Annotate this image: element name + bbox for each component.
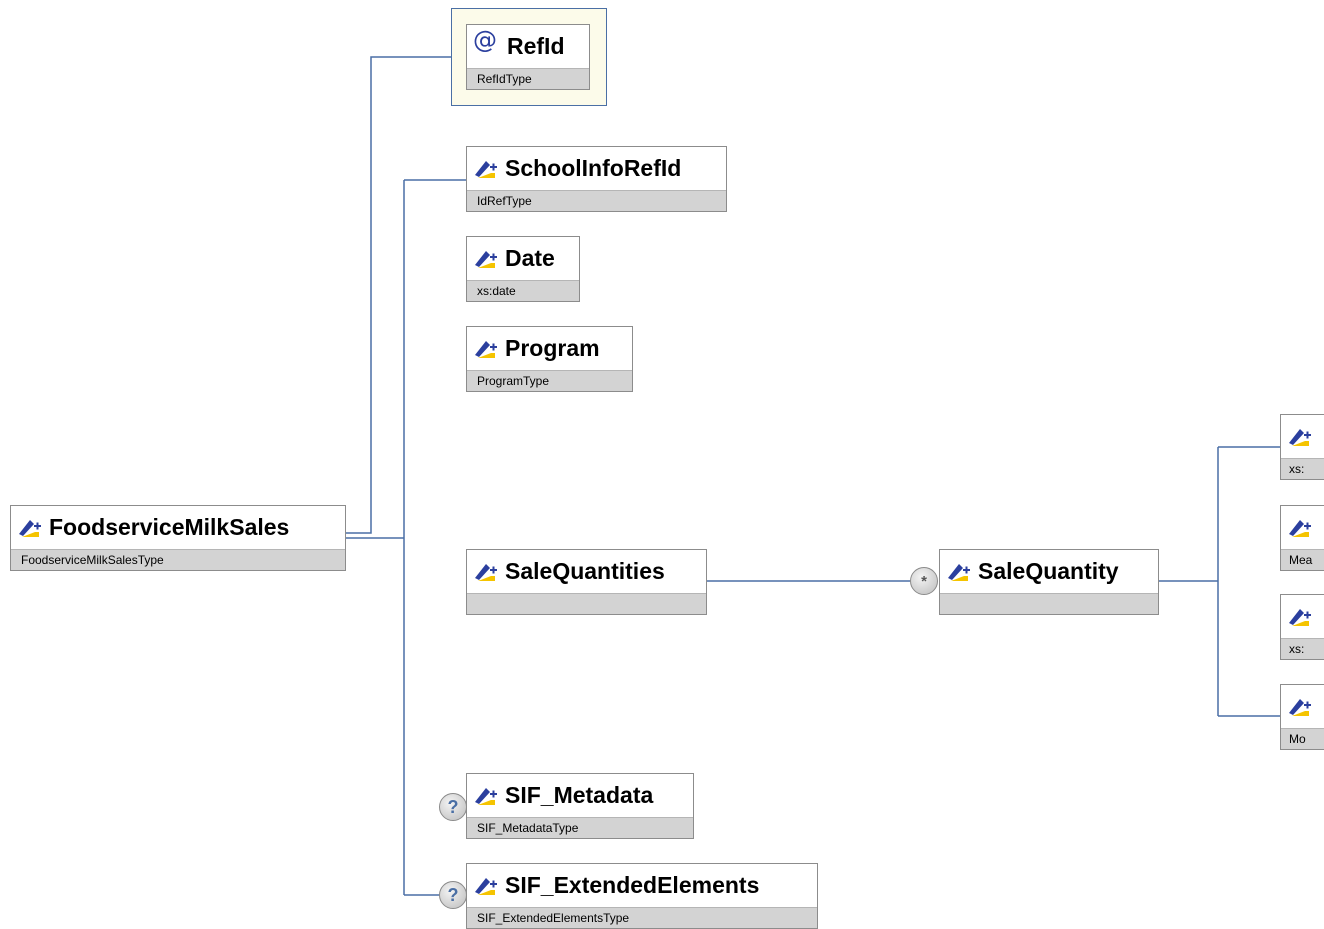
element-icon <box>1289 520 1311 537</box>
element-name: SIF_Metadata <box>505 781 654 808</box>
attribute-at-icon: @ <box>473 26 497 54</box>
element-node-date[interactable]: Date xs:date <box>466 236 580 302</box>
element-icon <box>475 161 497 178</box>
element-node-salequantities[interactable]: SaleQuantities <box>466 549 707 615</box>
element-type <box>467 593 706 614</box>
root-element-name: FoodserviceMilkSales <box>49 513 290 540</box>
element-name: SaleQuantity <box>978 557 1119 584</box>
attribute-type: RefIdType <box>467 68 589 89</box>
element-node-salequantity-child-4[interactable]: Mo <box>1280 684 1324 750</box>
element-icon <box>948 564 970 581</box>
element-icon <box>475 564 497 581</box>
element-type: ProgramType <box>467 370 632 391</box>
element-name: SIF_ExtendedElements <box>505 871 760 898</box>
element-node-salequantity-child-3[interactable]: xs: <box>1280 594 1324 660</box>
element-type: Mo <box>1281 728 1324 749</box>
occurrence-optional-icon: ? <box>439 881 467 909</box>
element-node-salequantity[interactable]: SaleQuantity <box>939 549 1159 615</box>
occurrence-optional-icon: ? <box>439 793 467 821</box>
element-icon <box>1289 429 1311 446</box>
element-type: SIF_MetadataType <box>467 817 693 838</box>
element-node-salequantity-child-1[interactable]: xs: <box>1280 414 1324 480</box>
element-icon <box>475 251 497 268</box>
element-name: SchoolInfoRefId <box>505 154 682 181</box>
element-type: Mea <box>1281 549 1324 570</box>
root-element-node[interactable]: FoodserviceMilkSales FoodserviceMilkSale… <box>10 505 346 571</box>
element-node-sif-extendedelements[interactable]: SIF_ExtendedElements SIF_ExtendedElement… <box>466 863 818 929</box>
element-type: xs: <box>1281 458 1324 479</box>
element-node-program[interactable]: Program ProgramType <box>466 326 633 392</box>
element-type: xs:date <box>467 280 579 301</box>
element-icon <box>475 341 497 358</box>
attribute-node-refid[interactable]: @ RefId RefIdType <box>466 24 590 90</box>
element-icon <box>475 878 497 895</box>
element-type: IdRefType <box>467 190 726 211</box>
element-node-salequantity-child-2[interactable]: Mea <box>1280 505 1324 571</box>
root-element-type: FoodserviceMilkSalesType <box>11 549 345 570</box>
occurrence-unbounded-icon: * <box>910 567 938 595</box>
element-node-sif-metadata[interactable]: SIF_Metadata SIF_MetadataType <box>466 773 694 839</box>
element-type: xs: <box>1281 638 1324 659</box>
element-name: Date <box>505 244 555 271</box>
element-node-schoolinforefid[interactable]: SchoolInfoRefId IdRefType <box>466 146 727 212</box>
element-type <box>940 593 1158 614</box>
element-type: SIF_ExtendedElementsType <box>467 907 817 928</box>
element-name: Program <box>505 334 600 361</box>
element-icon <box>1289 699 1311 716</box>
element-icon <box>1289 609 1311 626</box>
element-icon <box>19 520 41 537</box>
element-icon <box>475 788 497 805</box>
element-name: SaleQuantities <box>505 557 665 584</box>
attribute-name: RefId <box>507 32 565 59</box>
